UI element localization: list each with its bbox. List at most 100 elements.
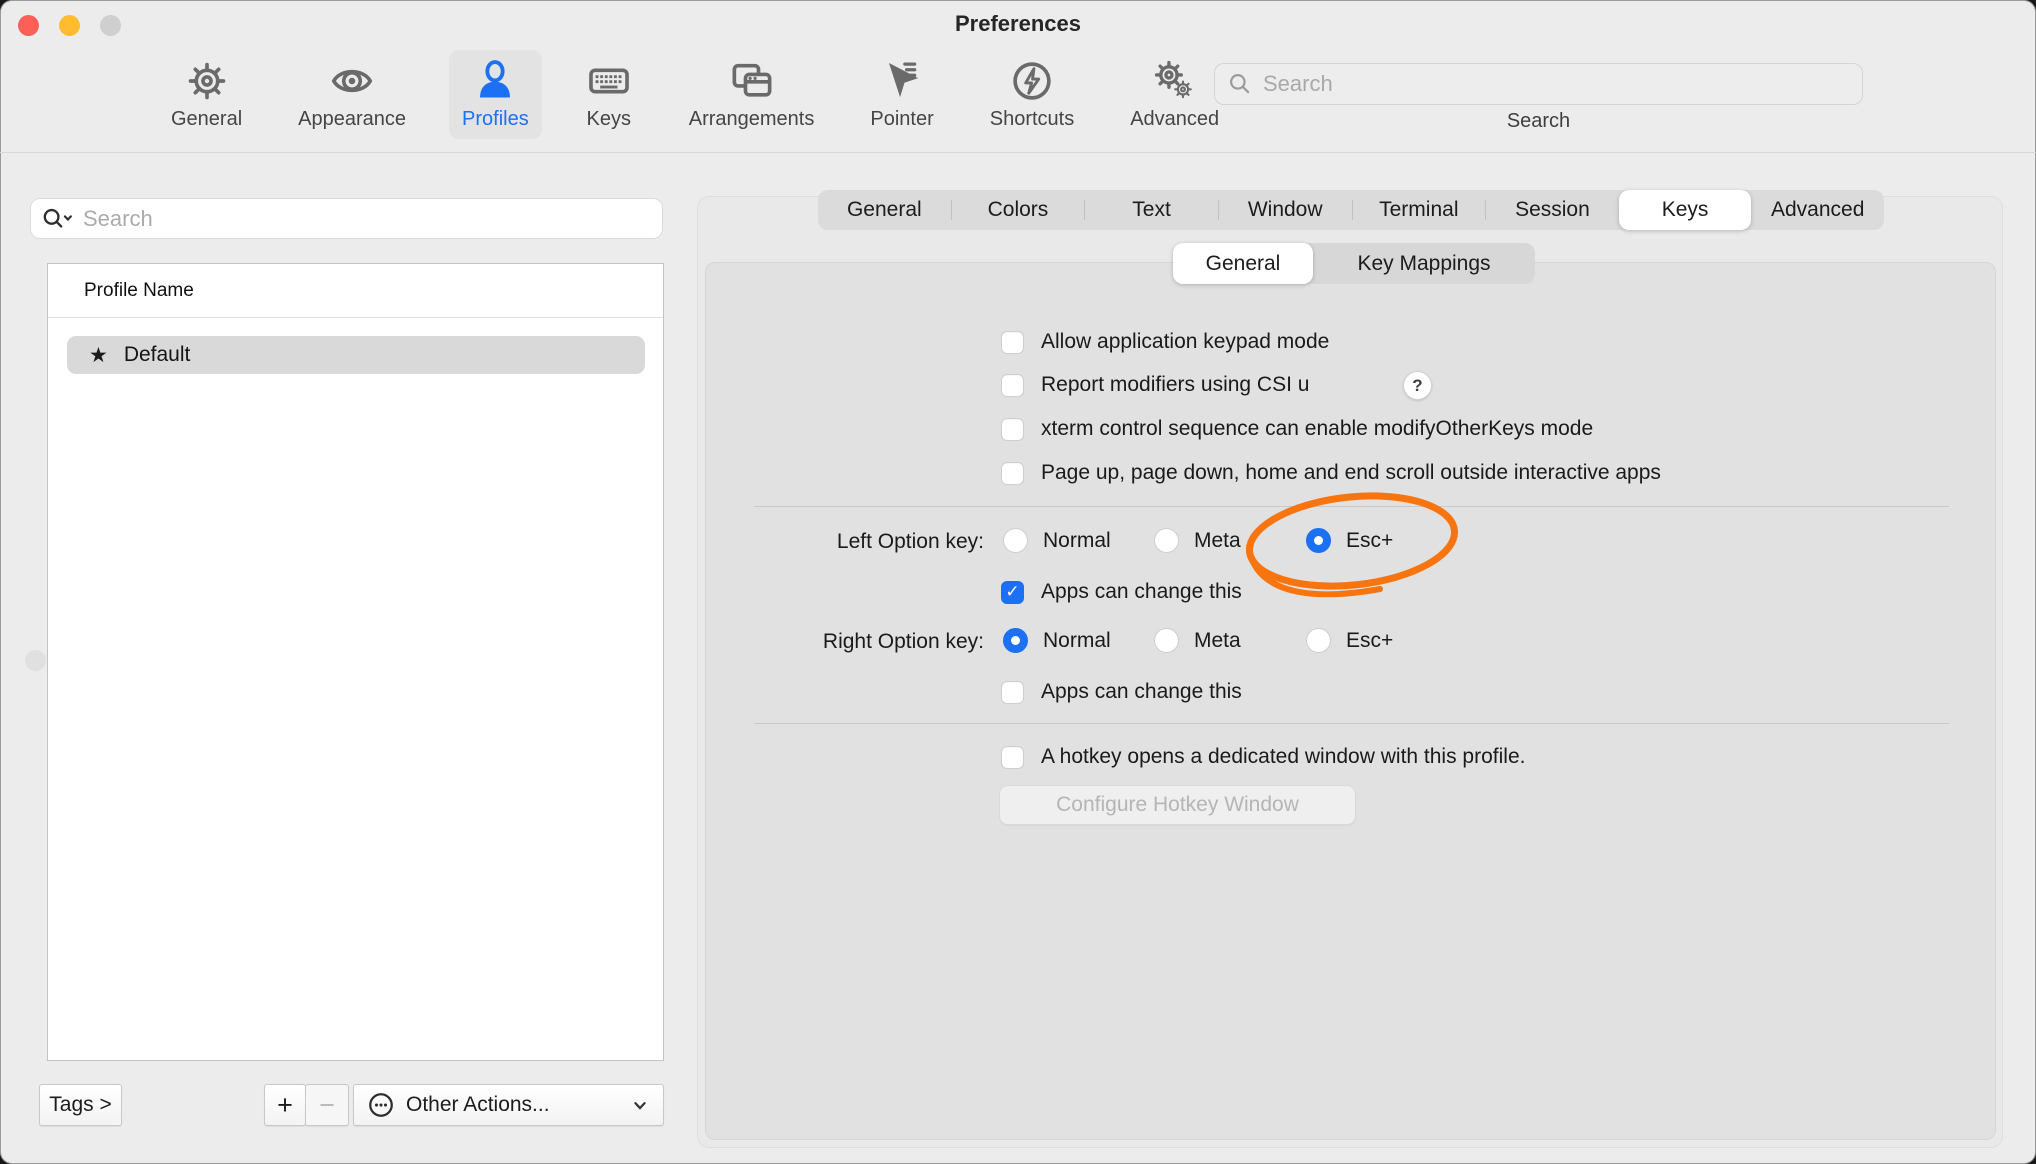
tags-button[interactable]: Tags > bbox=[39, 1084, 122, 1126]
tab-window[interactable]: Window bbox=[1219, 190, 1352, 230]
tab-session[interactable]: Session bbox=[1486, 190, 1619, 230]
checkbox-unchecked[interactable] bbox=[1001, 462, 1024, 485]
left-option-key-label: Left Option key: bbox=[634, 530, 984, 554]
left-option-normal-radio[interactable]: Normal bbox=[1003, 528, 1111, 553]
subtab-key-mappings[interactable]: Key Mappings bbox=[1313, 243, 1535, 284]
toolbar-item-arrangements[interactable]: Arrangements bbox=[676, 50, 828, 139]
screenshot-stage: Preferences General Appearance bbox=[0, 0, 2036, 1164]
right-option-esc-radio[interactable]: Esc+ bbox=[1306, 628, 1393, 653]
profile-list: Profile Name ★ Default bbox=[47, 263, 664, 1061]
profile-search-field[interactable] bbox=[30, 198, 663, 239]
radio-unselected[interactable] bbox=[1154, 528, 1179, 553]
radio-label: Meta bbox=[1194, 629, 1241, 653]
configure-hotkey-window-button: Configure Hotkey Window bbox=[999, 785, 1356, 825]
toolbar-label: Appearance bbox=[298, 108, 406, 131]
left-option-meta-radio[interactable]: Meta bbox=[1154, 528, 1241, 553]
cursor-icon bbox=[878, 57, 926, 105]
radio-unselected[interactable] bbox=[1154, 628, 1179, 653]
tab-terminal[interactable]: Terminal bbox=[1353, 190, 1486, 230]
radio-selected[interactable] bbox=[1306, 528, 1331, 553]
profile-search-input[interactable] bbox=[81, 205, 652, 233]
window-edge-dot bbox=[25, 650, 46, 671]
checkbox-row-scroll-outside[interactable]: Page up, page down, home and end scroll … bbox=[1001, 461, 1661, 485]
radio-label: Meta bbox=[1194, 529, 1241, 553]
checkbox-row-modifyotherkeys[interactable]: xterm control sequence can enable modify… bbox=[1001, 417, 1593, 441]
toolbar-search-caption: Search bbox=[1214, 110, 1863, 133]
left-apps-can-change-row[interactable]: ✓ Apps can change this bbox=[1001, 580, 1242, 604]
help-button[interactable]: ? bbox=[1403, 371, 1432, 400]
person-icon bbox=[471, 57, 519, 105]
tab-advanced[interactable]: Advanced bbox=[1751, 190, 1884, 230]
checkbox-checked[interactable]: ✓ bbox=[1001, 581, 1024, 604]
toolbar-item-profiles[interactable]: Profiles bbox=[449, 50, 542, 139]
tab-text[interactable]: Text bbox=[1085, 190, 1218, 230]
keyboard-icon bbox=[585, 57, 633, 105]
chevron-down-icon bbox=[629, 1094, 651, 1116]
toolbar-item-shortcuts[interactable]: Shortcuts bbox=[977, 50, 1087, 139]
toolbar-search-field[interactable] bbox=[1214, 63, 1863, 105]
radio-selected[interactable] bbox=[1003, 628, 1028, 653]
tab-keys[interactable]: Keys bbox=[1619, 190, 1752, 230]
subtab-general[interactable]: General bbox=[1173, 243, 1313, 284]
toolbar-label: Shortcuts bbox=[990, 108, 1074, 131]
toolbar-label: General bbox=[171, 108, 242, 131]
radio-label: Esc+ bbox=[1346, 629, 1393, 653]
remove-profile-button: − bbox=[305, 1084, 349, 1126]
toolbar-item-general[interactable]: General bbox=[158, 50, 255, 139]
radio-unselected[interactable] bbox=[1003, 528, 1028, 553]
other-actions-label: Other Actions... bbox=[406, 1093, 550, 1117]
gear-icon bbox=[183, 57, 231, 105]
checkbox-label: xterm control sequence can enable modify… bbox=[1041, 417, 1593, 441]
tab-general[interactable]: General bbox=[818, 190, 951, 230]
checkbox-label: Page up, page down, home and end scroll … bbox=[1041, 461, 1661, 485]
circle-ellipsis-icon bbox=[366, 1090, 396, 1120]
toolbar-label: Profiles bbox=[462, 108, 529, 131]
preferences-window: Preferences General Appearance bbox=[0, 0, 2036, 1164]
checkbox-label: A hotkey opens a dedicated window with t… bbox=[1041, 745, 1525, 769]
checkbox-label: Apps can change this bbox=[1041, 680, 1242, 704]
toolbar-divider bbox=[0, 152, 2036, 153]
search-menu-icon bbox=[41, 206, 75, 232]
eye-icon bbox=[328, 57, 376, 105]
keys-subtabbar: General Key Mappings bbox=[1173, 243, 1535, 284]
profile-tabbar: General Colors Text Window Terminal Sess… bbox=[818, 190, 1884, 230]
checkbox-label: Report modifiers using CSI u bbox=[1041, 373, 1309, 397]
right-option-meta-radio[interactable]: Meta bbox=[1154, 628, 1241, 653]
toolbar-item-appearance[interactable]: Appearance bbox=[285, 50, 419, 139]
checkbox-label: Allow application keypad mode bbox=[1041, 330, 1329, 354]
tab-colors[interactable]: Colors bbox=[952, 190, 1085, 230]
checkbox-unchecked[interactable] bbox=[1001, 374, 1024, 397]
add-profile-button[interactable]: + bbox=[264, 1084, 306, 1126]
section-divider bbox=[754, 723, 1949, 724]
profile-list-header: Profile Name bbox=[48, 264, 663, 318]
search-icon bbox=[1227, 71, 1253, 97]
hotkey-window-row[interactable]: A hotkey opens a dedicated window with t… bbox=[1001, 745, 1525, 769]
windows-icon bbox=[728, 57, 776, 105]
right-option-key-label: Right Option key: bbox=[634, 630, 984, 654]
preferences-toolbar: General Appearance Profiles bbox=[158, 50, 1232, 139]
radio-label: Esc+ bbox=[1346, 529, 1393, 553]
radio-label: Normal bbox=[1043, 529, 1111, 553]
toolbar-item-keys[interactable]: Keys bbox=[572, 50, 646, 139]
checkbox-unchecked[interactable] bbox=[1001, 681, 1024, 704]
toolbar-label: Arrangements bbox=[689, 108, 815, 131]
profile-row-default[interactable]: ★ Default bbox=[67, 336, 645, 374]
gears-icon bbox=[1151, 57, 1199, 105]
right-apps-can-change-row[interactable]: Apps can change this bbox=[1001, 680, 1242, 704]
checkbox-row-csi-u[interactable]: Report modifiers using CSI u bbox=[1001, 373, 1309, 397]
other-actions-dropdown[interactable]: Other Actions... bbox=[353, 1084, 664, 1126]
left-option-esc-radio[interactable]: Esc+ bbox=[1306, 528, 1393, 553]
section-divider bbox=[754, 506, 1949, 507]
toolbar-label: Keys bbox=[587, 108, 631, 131]
checkbox-unchecked[interactable] bbox=[1001, 746, 1024, 769]
profile-name: Default bbox=[124, 343, 191, 367]
star-icon: ★ bbox=[89, 345, 108, 366]
checkbox-unchecked[interactable] bbox=[1001, 331, 1024, 354]
keys-general-panel bbox=[705, 262, 1996, 1140]
toolbar-search-input[interactable] bbox=[1261, 70, 1850, 98]
checkbox-unchecked[interactable] bbox=[1001, 418, 1024, 441]
right-option-normal-radio[interactable]: Normal bbox=[1003, 628, 1111, 653]
toolbar-item-pointer[interactable]: Pointer bbox=[857, 50, 946, 139]
radio-unselected[interactable] bbox=[1306, 628, 1331, 653]
checkbox-row-keypad-mode[interactable]: Allow application keypad mode bbox=[1001, 330, 1329, 354]
